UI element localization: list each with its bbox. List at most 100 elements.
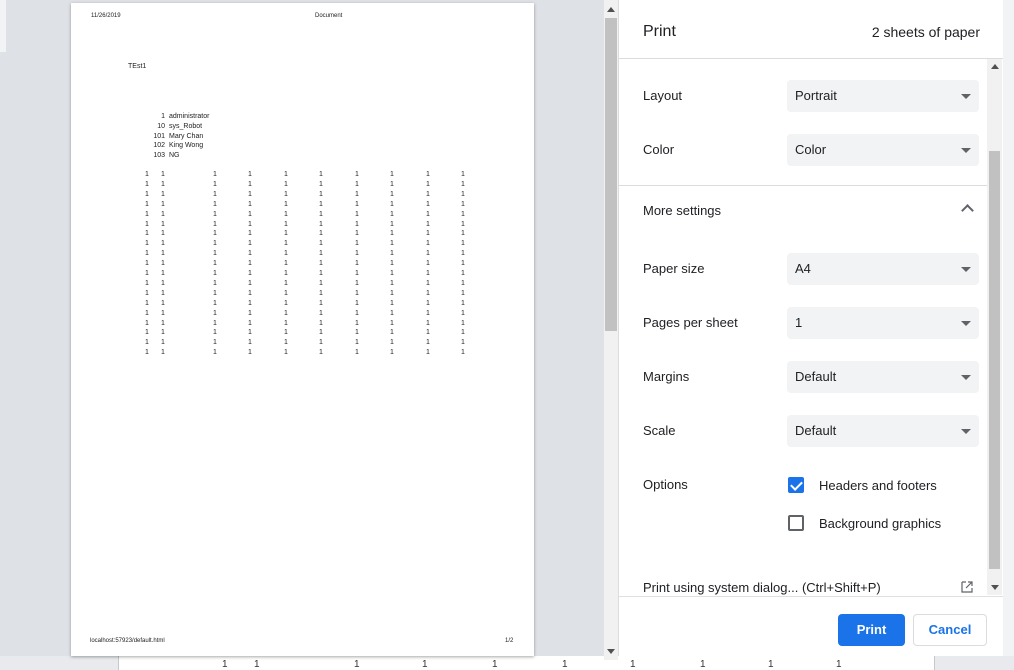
grid-cell: 1 — [284, 339, 288, 347]
background-graphics-label[interactable]: Background graphics — [819, 516, 941, 531]
grid-cell: 1 — [355, 220, 359, 228]
grid-cell: 1 — [145, 329, 149, 337]
doc-heading: TEst1 — [128, 63, 147, 70]
pages-per-sheet-select[interactable]: 1 — [787, 307, 979, 339]
cancel-button[interactable]: Cancel — [913, 614, 987, 646]
print-button[interactable]: Print — [838, 614, 905, 646]
grid-cell: 1 — [161, 180, 165, 188]
scale-select[interactable]: Default — [787, 415, 979, 447]
chevron-up-icon[interactable] — [961, 204, 974, 217]
grid-cell: 1 — [248, 220, 252, 228]
grid-cell: 1 — [426, 230, 430, 238]
layout-value: Portrait — [795, 88, 837, 103]
background-page-cell: 1 — [222, 659, 228, 670]
grid-cell: 1 — [461, 171, 465, 178]
user-row: 102 King Wong — [147, 142, 203, 150]
dropdown-arrow-icon — [961, 321, 971, 326]
grid-cell: 1 — [284, 171, 288, 178]
page-header-title: Document — [315, 13, 343, 19]
grid-cell: 1 — [248, 260, 252, 268]
grid-cell: 1 — [319, 171, 323, 178]
grid-cell: 1 — [390, 329, 394, 337]
grid-cell: 1 — [461, 349, 465, 357]
grid-cell: 1 — [355, 349, 359, 357]
grid-cell: 1 — [161, 230, 165, 238]
paper-size-select[interactable]: A4 — [787, 253, 979, 285]
scale-value: Default — [795, 423, 837, 438]
margins-select[interactable]: Default — [787, 361, 979, 393]
preview-scrollbar[interactable] — [604, 0, 618, 660]
background-graphics-checkbox[interactable] — [788, 515, 804, 531]
scroll-down-arrow-icon[interactable] — [607, 649, 615, 654]
background-page-cell: 1 — [700, 659, 706, 670]
grid-cell: 1 — [284, 309, 288, 317]
scroll-up-arrow-icon[interactable] — [991, 64, 999, 69]
page-header-date: 11/26/2019 — [91, 13, 121, 19]
preview-page: 11/26/2019 Document TEst1 1 administrator… — [71, 3, 534, 656]
grid-cell: 1 — [426, 180, 430, 188]
dropdown-arrow-icon — [961, 148, 971, 153]
paper-size-value: A4 — [795, 261, 811, 276]
scroll-down-arrow-icon[interactable] — [991, 585, 999, 590]
open-in-new-icon[interactable] — [961, 581, 973, 593]
background-page-cell: 1 — [562, 659, 568, 670]
grid-cell: 1 — [355, 270, 359, 277]
color-select[interactable]: Color — [787, 134, 979, 166]
grid-cell: 1 — [461, 299, 465, 307]
system-dialog-link[interactable]: Print using system dialog... (Ctrl+Shift… — [643, 580, 881, 595]
background-page-cell: 1 — [492, 659, 498, 670]
grid-cell: 1 — [284, 279, 288, 287]
grid-cell: 1 — [319, 260, 323, 268]
grid-cell: 1 — [461, 180, 465, 188]
background-page-cell: 1 — [254, 659, 260, 670]
user-name: King Wong — [169, 142, 204, 150]
grid-cell: 1 — [461, 309, 465, 317]
grid-cell: 1 — [355, 230, 359, 238]
grid-cell: 1 — [355, 279, 359, 287]
grid-cell: 1 — [248, 250, 252, 258]
background-page-cell: 1 — [354, 659, 360, 670]
more-settings-toggle[interactable]: More settings — [643, 203, 721, 219]
panel-scrollbar[interactable] — [987, 59, 1002, 595]
user-name: Mary Chan — [169, 132, 204, 140]
grid-cell: 1 — [390, 279, 394, 287]
headers-footers-label[interactable]: Headers and footers — [819, 478, 937, 493]
grid-cell: 1 — [161, 319, 165, 327]
background-page-cell: 1 — [836, 659, 842, 670]
grid-cell: 1 — [461, 240, 465, 248]
grid-cell: 1 — [426, 279, 430, 287]
grid-cell: 1 — [248, 279, 252, 287]
grid-cell: 1 — [161, 210, 165, 218]
background-page-cell: 1 — [422, 659, 428, 670]
background-page-cell: 1 — [768, 659, 774, 670]
grid-cell: 1 — [213, 190, 217, 198]
grid-cell: 1 — [319, 339, 323, 347]
pages-per-sheet-label: Pages per sheet — [643, 315, 738, 330]
grid-cell: 1 — [284, 180, 288, 188]
grid-cell: 1 — [213, 279, 217, 287]
grid-cell: 1 — [319, 240, 323, 248]
grid-cell: 1 — [319, 230, 323, 238]
paper-size-label: Paper size — [643, 261, 705, 276]
grid-cell: 1 — [145, 240, 149, 248]
scroll-up-arrow-icon[interactable] — [607, 7, 615, 12]
layout-select[interactable]: Portrait — [787, 80, 979, 112]
headers-footers-checkbox[interactable] — [788, 477, 804, 493]
grid-cell: 1 — [390, 190, 394, 198]
grid-cell: 1 — [355, 240, 359, 248]
grid-cell: 1 — [355, 289, 359, 297]
grid-cell: 1 — [461, 270, 465, 277]
user-id: 1 — [161, 113, 165, 120]
panel-scroll-thumb[interactable] — [989, 151, 1000, 569]
grid-cell: 1 — [319, 200, 323, 208]
grid-cell: 1 — [426, 210, 430, 218]
grid-cell: 1 — [319, 180, 323, 188]
grid-cell: 1 — [248, 240, 252, 248]
preview-scroll-thumb[interactable] — [605, 18, 617, 331]
grid-cell: 1 — [355, 339, 359, 347]
grid-cell: 1 — [213, 250, 217, 258]
grid-cell: 1 — [461, 200, 465, 208]
grid-cell: 1 — [145, 279, 149, 287]
grid-cell: 1 — [390, 220, 394, 228]
grid-cell: 1 — [248, 289, 252, 297]
